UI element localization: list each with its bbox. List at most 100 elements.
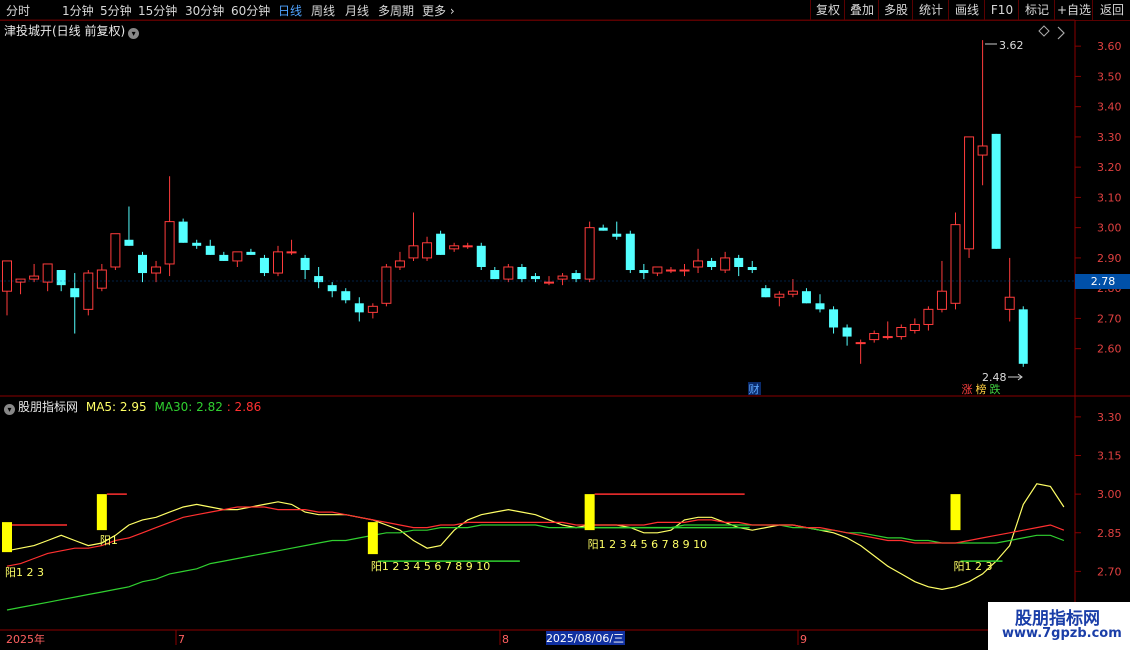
candle bbox=[774, 291, 785, 307]
candle-body bbox=[1004, 296, 1015, 310]
indicator-tick-label: 3.30 bbox=[1097, 411, 1122, 424]
cursor-date-label: 2025/08/06/三 bbox=[546, 632, 624, 645]
candle-body bbox=[584, 227, 595, 280]
price-tick-label: 2.90 bbox=[1097, 252, 1122, 265]
candle-body bbox=[761, 288, 771, 298]
candle-body bbox=[96, 269, 107, 289]
candle-body bbox=[991, 133, 1001, 249]
candle-body bbox=[639, 270, 649, 274]
candle-body bbox=[232, 251, 243, 262]
candlestick-series bbox=[2, 40, 1028, 367]
candle-body bbox=[124, 239, 134, 246]
fall-marker[interactable]: 跌 bbox=[990, 382, 1001, 396]
rise-marker[interactable]: 涨 bbox=[962, 383, 973, 396]
candle bbox=[83, 270, 94, 316]
price-tick-label: 2.60 bbox=[1097, 343, 1122, 356]
candle-body bbox=[138, 254, 147, 274]
candle-body bbox=[381, 266, 392, 304]
candle bbox=[394, 251, 405, 271]
candle bbox=[56, 270, 66, 292]
signal-label: 阳1 2 3 bbox=[5, 566, 44, 579]
kline-chart[interactable]: 3.603.503.403.303.203.103.002.902.802.70… bbox=[0, 0, 1130, 650]
candle bbox=[734, 254, 744, 277]
diamond-icon[interactable] bbox=[1038, 25, 1050, 37]
signal-bar bbox=[96, 494, 107, 531]
candle bbox=[327, 282, 337, 298]
financial-marker[interactable]: 财 bbox=[749, 382, 760, 396]
date-axis: 2025年 7 8 9 2025/08/06/三 bbox=[6, 630, 807, 646]
candle bbox=[842, 324, 852, 346]
candle-body bbox=[652, 266, 663, 274]
max-price-annotation: 3.62 bbox=[985, 39, 1024, 52]
candle-body bbox=[909, 323, 920, 332]
candle-body bbox=[354, 303, 364, 313]
signal-marker: 阳1 2 3 4 5 6 7 8 9 10 bbox=[367, 522, 520, 573]
signal-bar bbox=[2, 522, 12, 553]
ranking-marker[interactable]: 榜 bbox=[976, 382, 987, 396]
candle-body bbox=[612, 233, 622, 237]
candle bbox=[815, 294, 825, 313]
candle bbox=[720, 251, 731, 274]
candle bbox=[896, 324, 907, 340]
candle-body bbox=[42, 263, 53, 283]
candle-body bbox=[300, 257, 310, 271]
candle-body bbox=[178, 221, 188, 243]
candle bbox=[138, 251, 147, 283]
candle-body bbox=[408, 245, 419, 259]
candle bbox=[96, 263, 107, 292]
candle bbox=[557, 273, 568, 286]
candle bbox=[246, 248, 256, 255]
price-axis: 3.603.503.403.303.203.103.002.902.802.70… bbox=[1075, 40, 1122, 356]
candle bbox=[991, 133, 1001, 249]
candle bbox=[923, 306, 934, 331]
candle bbox=[530, 273, 540, 283]
indicator-title: ▾ 股朋指标网 MA5: 2.95 MA30: 2.82 : 2.86 bbox=[4, 398, 261, 415]
candle-body bbox=[70, 288, 80, 298]
candle bbox=[367, 303, 378, 319]
candle-body bbox=[855, 342, 866, 345]
candle-body bbox=[720, 257, 731, 271]
chevron-right-icon[interactable] bbox=[1057, 26, 1065, 40]
candle bbox=[747, 260, 757, 274]
candle bbox=[909, 318, 920, 334]
candle bbox=[151, 260, 162, 283]
signal-bar bbox=[367, 522, 378, 555]
candle-body bbox=[923, 308, 934, 325]
candle bbox=[259, 254, 269, 277]
candle-body bbox=[15, 278, 26, 283]
candle bbox=[869, 330, 880, 343]
candle bbox=[422, 236, 433, 261]
candle-body bbox=[530, 276, 540, 280]
candle-body bbox=[747, 266, 757, 271]
price-tick-label: 2.70 bbox=[1097, 312, 1122, 325]
candle bbox=[70, 273, 80, 334]
date-label-aug: 8 bbox=[502, 633, 509, 646]
candle bbox=[449, 242, 460, 252]
candle bbox=[584, 221, 595, 283]
candle bbox=[436, 230, 446, 255]
price-tick-label: 3.30 bbox=[1097, 131, 1122, 144]
candle bbox=[652, 266, 663, 277]
signal-bar bbox=[950, 494, 961, 531]
candle-body bbox=[869, 333, 880, 341]
indicator-series bbox=[6, 483, 1065, 611]
indicator-name: 股朋指标网 bbox=[18, 400, 79, 414]
price-tick-label: 3.20 bbox=[1097, 161, 1122, 174]
candle bbox=[761, 285, 771, 298]
ma5-readout: MA5: 2.95 bbox=[85, 400, 147, 414]
candle-body bbox=[787, 290, 798, 295]
candle-body bbox=[544, 281, 554, 284]
candle bbox=[693, 248, 704, 274]
candle bbox=[286, 239, 297, 255]
candle bbox=[476, 242, 486, 271]
candle bbox=[15, 278, 26, 295]
signal-label: 阳1 2 3 bbox=[954, 560, 993, 573]
candle-body bbox=[314, 276, 324, 283]
ma-line-ma5 bbox=[6, 483, 1065, 591]
candle bbox=[679, 263, 690, 277]
candle bbox=[598, 224, 608, 231]
candle-body bbox=[286, 251, 297, 254]
candle-body bbox=[367, 305, 378, 313]
chevron-down-icon[interactable]: ▾ bbox=[4, 404, 15, 415]
indicator-tick-label: 2.85 bbox=[1097, 527, 1122, 540]
